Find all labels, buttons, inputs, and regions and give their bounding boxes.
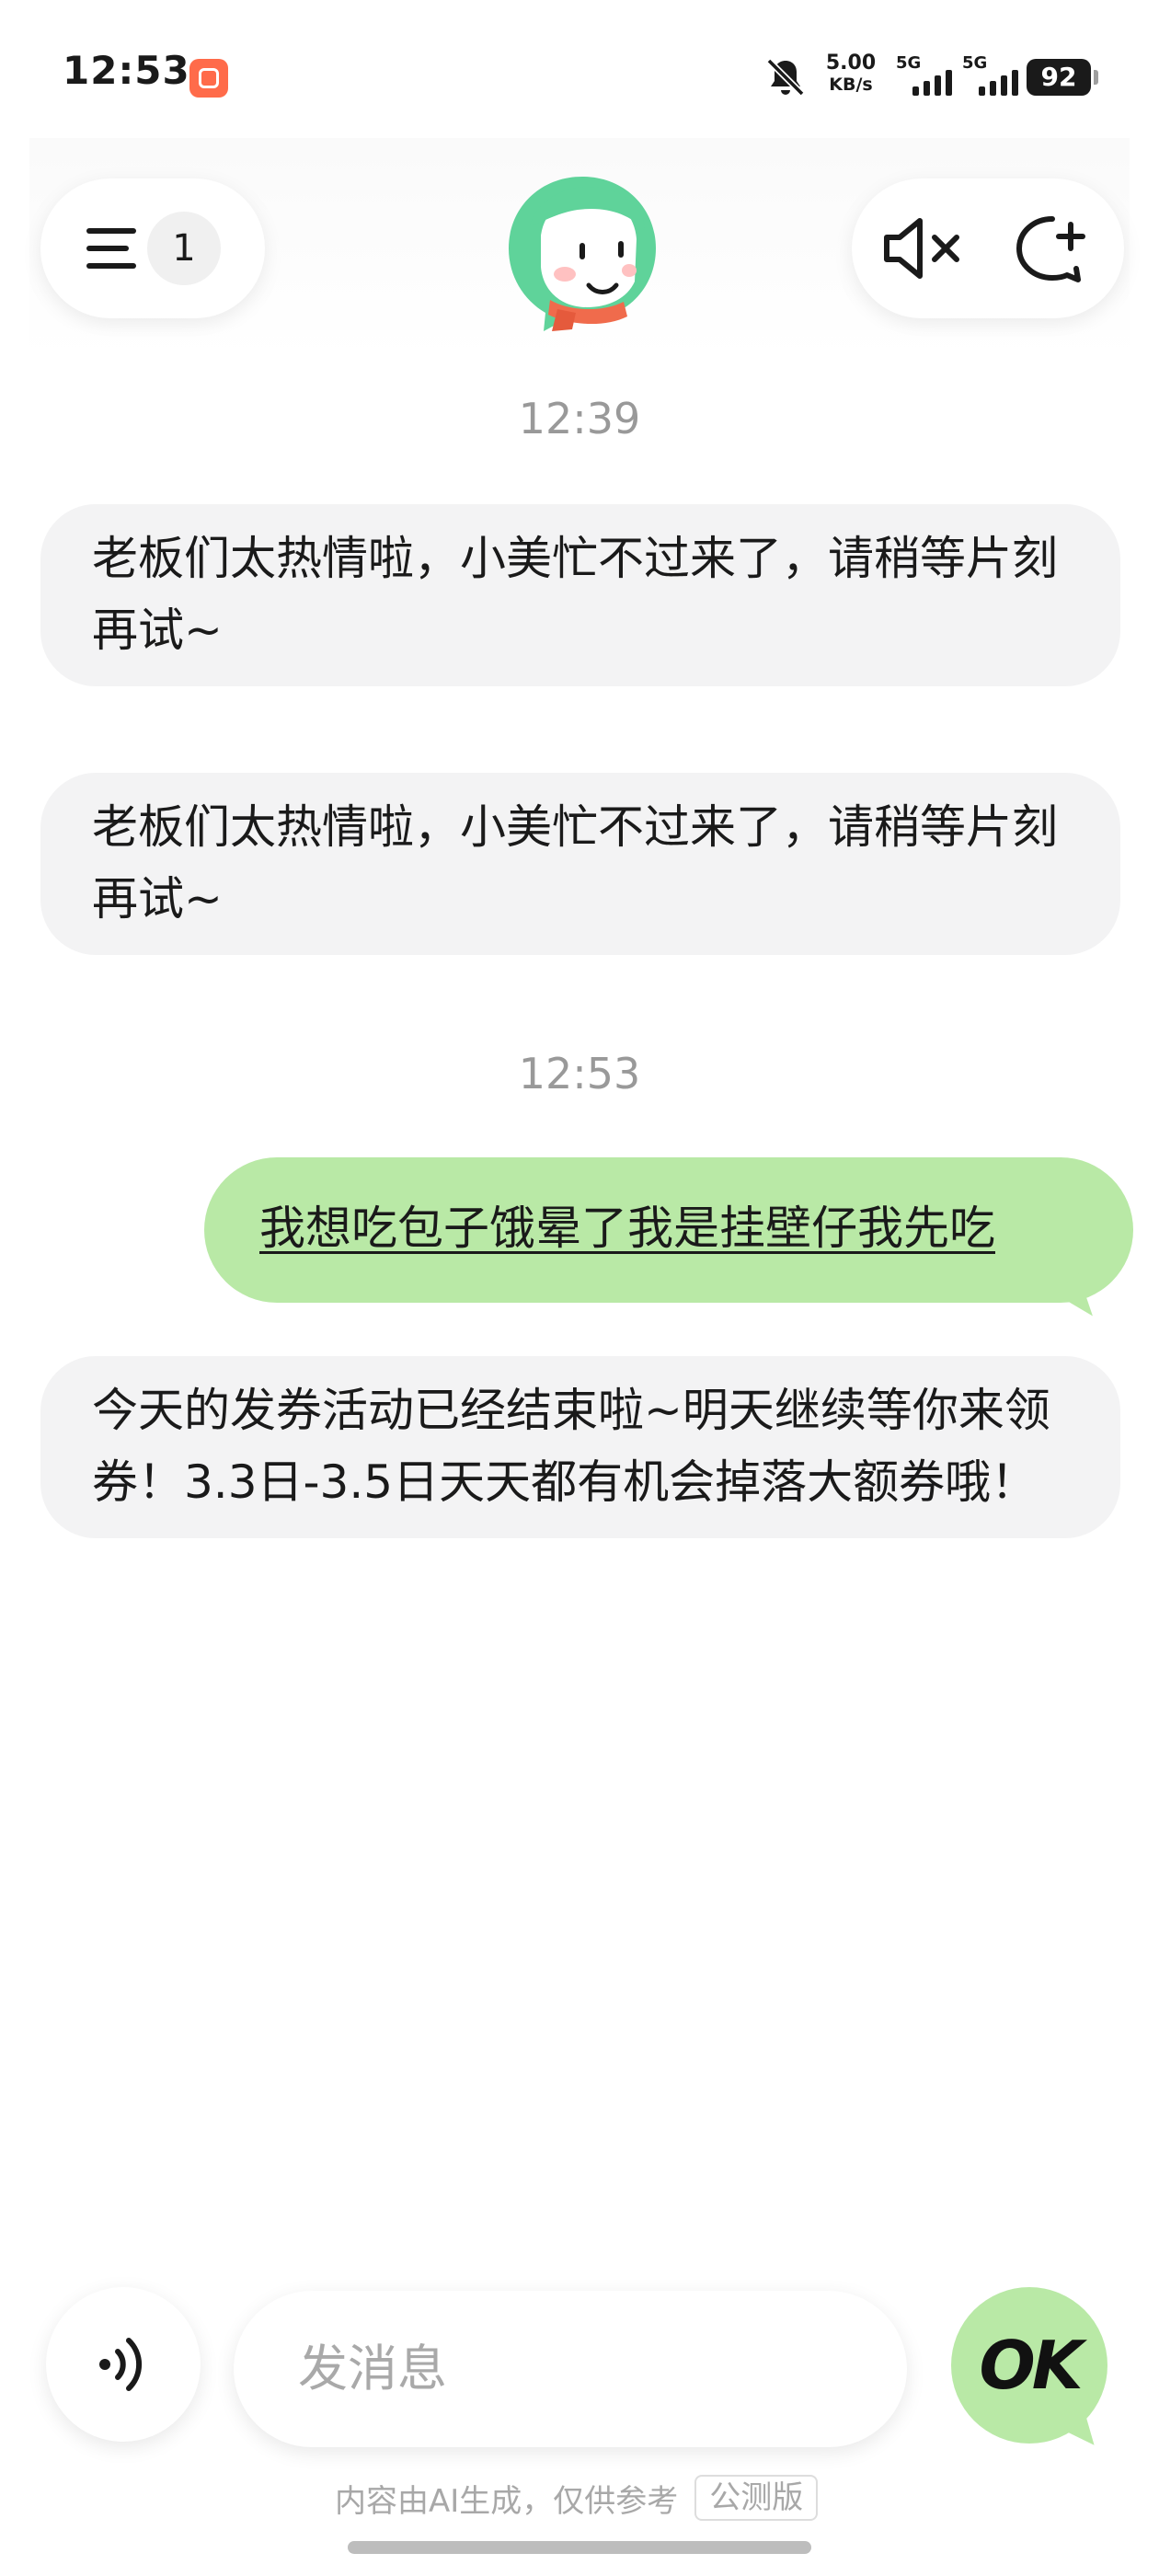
battery-icon: 92 xyxy=(1027,59,1098,96)
conversation-list-button[interactable]: 1 xyxy=(40,178,265,318)
network-speed-unit: KB/s xyxy=(829,75,873,95)
status-time: 12:53 xyxy=(63,48,190,93)
header-actions xyxy=(852,178,1124,318)
message-timestamp: 12:39 xyxy=(518,394,641,443)
bot-message[interactable]: 老板们太热情啦，小美忙不过来了，请稍等片刻再试~ xyxy=(40,504,1120,686)
menu-icon xyxy=(86,228,136,269)
network-speed-value: 5.00 xyxy=(825,52,877,75)
bot-message[interactable]: 老板们太热情啦，小美忙不过来了，请稍等片刻再试~ xyxy=(40,773,1120,955)
voice-icon xyxy=(99,2338,143,2391)
network-speed: 5.00 KB/s xyxy=(819,53,883,94)
ok-button[interactable]: OK xyxy=(951,2287,1107,2444)
avatar[interactable] xyxy=(504,171,660,333)
bell-off-icon xyxy=(766,58,805,97)
message-input[interactable]: 发消息 xyxy=(234,2291,907,2447)
user-message-text: 我想吃包子饿晕了我是挂壁仔我先吃 xyxy=(259,1202,995,1255)
signal-icon: 5G xyxy=(896,53,964,98)
app-icon xyxy=(189,59,228,98)
message-timestamp: 12:53 xyxy=(518,1049,641,1098)
disclaimer-text: 内容由AI生成，仅供参考 xyxy=(335,2482,679,2520)
signal-icon: 5G xyxy=(962,53,1030,98)
bot-message[interactable]: 今天的发券活动已经结束啦~明天继续等你来领券！3.3日-3.5日天天都有机会掉落… xyxy=(40,1356,1120,1538)
new-chat-icon[interactable] xyxy=(1010,212,1087,285)
conversation-count-badge: 1 xyxy=(147,212,221,285)
status-bar: 12:53 5.00 KB/s 5G 5G 92 xyxy=(0,0,1159,138)
mute-icon[interactable] xyxy=(881,213,964,283)
ok-button-label: OK xyxy=(979,2327,1084,2404)
voice-input-button[interactable] xyxy=(46,2287,201,2442)
home-indicator[interactable] xyxy=(348,2541,811,2554)
user-message[interactable]: 我想吃包子饿晕了我是挂壁仔我先吃 xyxy=(204,1157,1133,1303)
beta-badge: 公测版 xyxy=(694,2475,819,2521)
ai-disclaimer: 内容由AI生成，仅供参考 公测版 xyxy=(335,2475,819,2521)
